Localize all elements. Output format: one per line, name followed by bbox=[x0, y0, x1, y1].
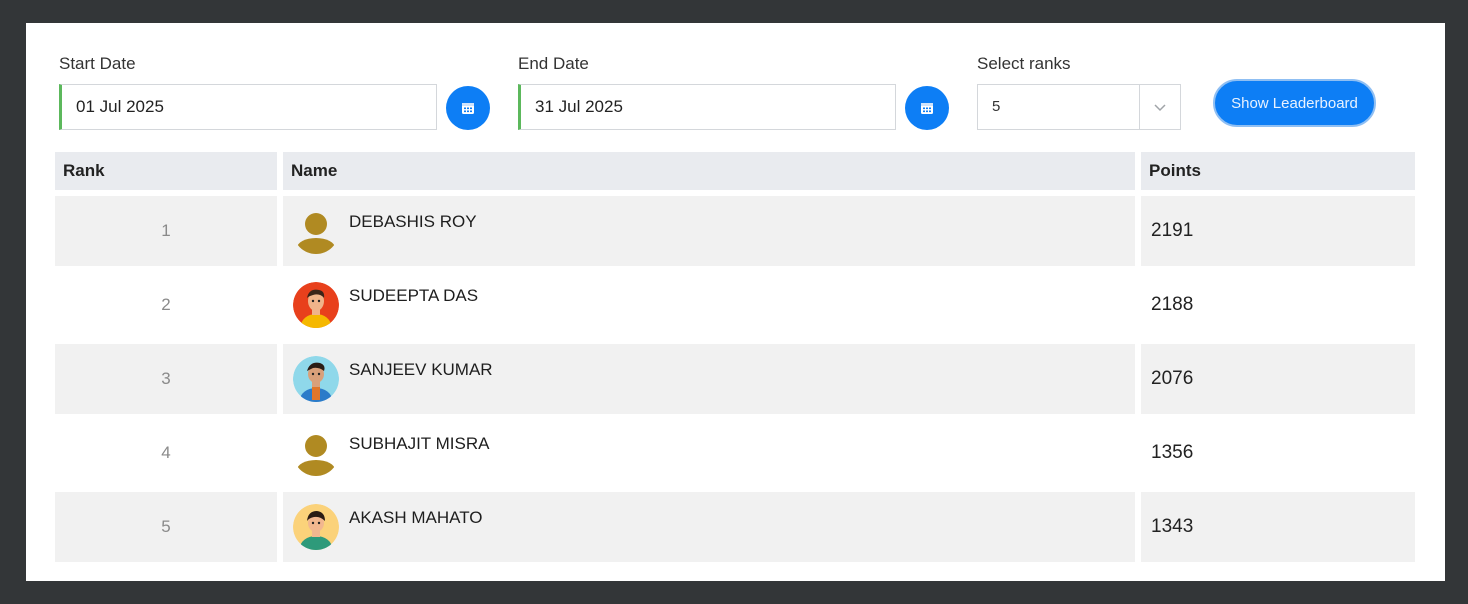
table-row: 3 SANJEEV KUMAR 2076 bbox=[55, 344, 1415, 414]
rank-cell: 4 bbox=[161, 443, 171, 462]
rank-cell: 5 bbox=[161, 517, 171, 536]
table-row: 4 SUBHAJIT MISRA 1356 bbox=[55, 418, 1415, 488]
player-name: DEBASHIS ROY bbox=[349, 212, 477, 231]
show-leaderboard-button[interactable]: Show Leaderboard bbox=[1213, 79, 1376, 127]
column-header-rank: Rank bbox=[55, 152, 277, 190]
table-row: 2 SUDEEPTA DAS 2188 bbox=[55, 270, 1415, 340]
start-date-input[interactable]: 01 Jul 2025 bbox=[59, 84, 437, 130]
rank-cell: 3 bbox=[161, 369, 171, 388]
table-row: 1 DEBASHIS ROY 2191 bbox=[55, 196, 1415, 266]
points-cell: 1356 bbox=[1151, 442, 1194, 463]
leaderboard-panel: Start Date 01 Jul 2025 End Date 31 Jul 2… bbox=[26, 23, 1445, 581]
player-name: SUDEEPTA DAS bbox=[349, 286, 479, 305]
rank-cell: 1 bbox=[161, 221, 171, 240]
name-cell: DEBASHIS ROY bbox=[283, 196, 1135, 266]
cartoon-avatar-red-icon bbox=[293, 282, 339, 328]
end-date-label: End Date bbox=[518, 54, 589, 73]
column-header-points: Points bbox=[1141, 152, 1415, 190]
select-ranks-value: 5 bbox=[992, 98, 1001, 115]
chevron-down-icon[interactable] bbox=[1139, 85, 1180, 129]
calendar-icon bbox=[462, 103, 474, 114]
points-cell: 1343 bbox=[1151, 516, 1194, 537]
points-cell: 2191 bbox=[1151, 220, 1194, 241]
name-cell: SUBHAJIT MISRA bbox=[283, 418, 1135, 488]
default-avatar-icon bbox=[293, 208, 339, 254]
calendar-icon bbox=[921, 103, 933, 114]
cartoon-avatar-blue-icon bbox=[293, 356, 339, 402]
select-ranks-label: Select ranks bbox=[977, 54, 1071, 73]
points-cell: 2076 bbox=[1151, 368, 1194, 389]
player-name: SUBHAJIT MISRA bbox=[349, 434, 490, 453]
name-cell: AKASH MAHATO bbox=[283, 492, 1135, 562]
end-date-input[interactable]: 31 Jul 2025 bbox=[518, 84, 896, 130]
rank-cell: 2 bbox=[161, 295, 171, 314]
cartoon-avatar-yellow-icon bbox=[293, 504, 339, 550]
player-name: AKASH MAHATO bbox=[349, 508, 483, 527]
select-ranks-dropdown[interactable]: 5 bbox=[977, 84, 1181, 130]
column-header-name: Name bbox=[283, 152, 1135, 190]
points-cell: 2188 bbox=[1151, 294, 1194, 315]
start-date-label: Start Date bbox=[59, 54, 136, 73]
table-row: 5 AKASH MAHATO 1343 bbox=[55, 492, 1415, 562]
name-cell: SUDEEPTA DAS bbox=[283, 270, 1135, 340]
default-avatar-icon bbox=[293, 430, 339, 476]
start-date-calendar-button[interactable] bbox=[446, 86, 490, 130]
name-cell: SANJEEV KUMAR bbox=[283, 344, 1135, 414]
player-name: SANJEEV KUMAR bbox=[349, 360, 493, 379]
end-date-calendar-button[interactable] bbox=[905, 86, 949, 130]
